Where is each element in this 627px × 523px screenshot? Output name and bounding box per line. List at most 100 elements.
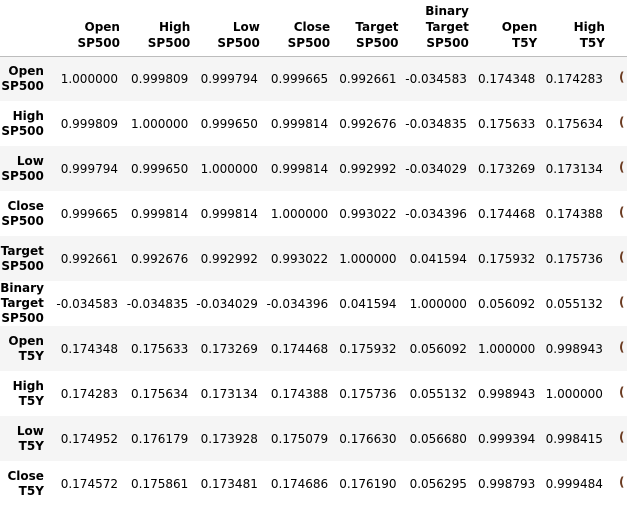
table-cell: 0.993022	[332, 191, 400, 236]
cell-value: 1.000000	[477, 341, 536, 356]
table-cell: 0.999650	[122, 146, 192, 191]
row-index-line: T5Y	[18, 438, 44, 453]
clipped-cell: (	[607, 146, 627, 191]
table-cell: -0.034583	[54, 281, 122, 326]
table-cell: -0.034835	[401, 101, 471, 146]
table-cell: 0.992676	[122, 236, 192, 281]
column-header: Low SP500	[192, 0, 262, 57]
table-cell: 0.998943	[471, 371, 539, 416]
column-header-line: SP500	[426, 35, 469, 50]
table-row: Close SP500 0.999665 0.999814 0.999814 1.0000…	[0, 191, 627, 236]
row-index-line: Low	[16, 423, 44, 438]
cell-value: 0.999814	[200, 206, 258, 221]
table-row: Open T5Y 0.174348 0.175633 0.173269 0.174468 0…	[0, 326, 627, 371]
table-cell: 0.175634	[122, 371, 192, 416]
cell-value: 0.175736	[545, 251, 603, 266]
clipped-cell: (	[607, 371, 627, 416]
table-cell: 0.999794	[192, 56, 262, 101]
table-cell: 1.000000	[122, 101, 192, 146]
table-cell: -0.034396	[262, 281, 332, 326]
cell-value: 0.174952	[60, 431, 118, 446]
cell-value: 0.992992	[339, 161, 397, 176]
cell-value: 0.175633	[131, 341, 189, 356]
column-header-line: Target	[425, 19, 469, 34]
cell-value: 0.999394	[477, 431, 536, 446]
table-cell: 0.175932	[471, 236, 539, 281]
clipped-cell: (	[607, 101, 627, 146]
index-corner	[0, 0, 54, 57]
clipped-cell: (	[607, 56, 627, 101]
column-header-line: Target	[355, 19, 399, 34]
cell-value: 0.992661	[339, 71, 397, 86]
row-index-label: Open SP500	[0, 56, 54, 101]
table-cell: 0.999665	[54, 191, 122, 236]
cell-value: 1.000000	[409, 296, 467, 311]
cell-value: 0.999794	[200, 71, 258, 86]
cell-value: 0.175634	[545, 116, 603, 131]
cell-value: 0.998943	[477, 386, 536, 401]
column-header-line: Open	[501, 19, 538, 34]
cell-value: 0.174468	[270, 341, 329, 356]
cell-value: -0.034396	[266, 296, 329, 311]
table-cell: 0.174572	[54, 461, 122, 506]
cell-value: 0.174468	[477, 206, 536, 221]
table-cell: 0.174283	[539, 56, 607, 101]
row-index-line: Binary	[0, 281, 44, 295]
table-cell: 0.174468	[262, 326, 332, 371]
table-cell: 0.993022	[262, 236, 332, 281]
cell-value: 0.992676	[131, 251, 189, 266]
cell-value: 0.175932	[477, 251, 536, 266]
cell-value: 0.173481	[200, 476, 258, 491]
cell-value: 1.000000	[545, 386, 603, 401]
cell-value: 0.175634	[131, 386, 189, 401]
row-index-line: SP500	[1, 311, 44, 325]
table-cell: 0.999814	[122, 191, 192, 236]
table-cell: 0.055132	[401, 371, 471, 416]
table-cell: -0.034029	[401, 146, 471, 191]
dataframe-output: Open SP500 High SP500 Low SP500 Close SP500 Targ…	[0, 0, 627, 523]
cell-value: 0.041594	[409, 251, 467, 266]
clipped-glyph: (	[619, 115, 625, 129]
column-header-label: Close SP500	[288, 19, 333, 51]
row-index-label: Target SP500	[0, 236, 54, 281]
table-cell: 0.999794	[54, 146, 122, 191]
table-row: Low SP500 0.999794 0.999650 1.000000 0.999814…	[0, 146, 627, 191]
table-cell: 0.999484	[539, 461, 607, 506]
table-cell: 0.175736	[332, 371, 400, 416]
table-cell: 0.173481	[192, 461, 262, 506]
table-cell: 1.000000	[192, 146, 262, 191]
cell-value: -0.034396	[405, 206, 467, 221]
cell-value: 0.173269	[200, 341, 258, 356]
table-cell: -0.034396	[401, 191, 471, 236]
table-cell: 0.175736	[539, 236, 607, 281]
cell-value: 0.174348	[60, 341, 118, 356]
column-header-label: Low SP500	[217, 19, 262, 51]
row-index-label: Binary Target SP500	[0, 281, 54, 326]
table-cell: 0.174686	[262, 461, 332, 506]
table-cell: 0.175932	[332, 326, 400, 371]
clipped-glyph: (	[619, 385, 625, 399]
table-cell: 0.175079	[262, 416, 332, 461]
cell-value: 0.056680	[409, 431, 467, 446]
row-index-label: High SP500	[0, 101, 54, 146]
row-index-line: Target	[0, 296, 44, 310]
column-header-label: Open T5Y	[502, 19, 539, 51]
row-index-label: Open T5Y	[0, 326, 54, 371]
column-header: Open SP500	[53, 0, 122, 57]
row-index-label: Low SP500	[0, 146, 54, 191]
table-row: Close T5Y 0.174572 0.175861 0.173481 0.174686…	[0, 461, 627, 506]
row-index-line: SP500	[1, 78, 44, 93]
table-cell: 0.041594	[332, 281, 400, 326]
cell-value: 0.998415	[545, 431, 603, 446]
cell-value: 0.173928	[200, 431, 258, 446]
table-cell: 0.056092	[401, 326, 471, 371]
table-row: Low T5Y 0.174952 0.176179 0.173928 0.175079 0.…	[0, 416, 627, 461]
column-header-line: Close	[293, 19, 331, 34]
table-cell: 0.999809	[122, 56, 192, 101]
column-header: High T5Y	[539, 0, 607, 57]
table-cell: 0.999814	[262, 101, 332, 146]
cell-value: 0.998943	[545, 341, 603, 356]
table-cell: 0.055132	[539, 281, 607, 326]
table-cell: 0.174388	[262, 371, 332, 416]
table-cell: 0.175633	[471, 101, 539, 146]
